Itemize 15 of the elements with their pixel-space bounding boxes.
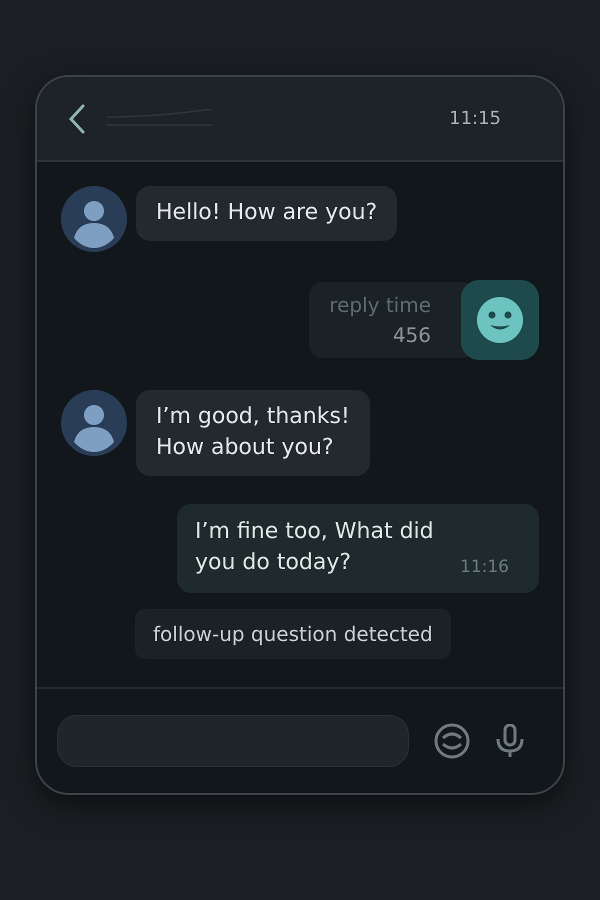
back-icon[interactable] [67, 104, 87, 134]
smiley-icon [461, 280, 539, 360]
sync-icon[interactable] [433, 722, 471, 760]
message-time: 11:16 [460, 556, 509, 580]
message-input[interactable] [57, 715, 409, 767]
metric-value: 456 [392, 322, 431, 349]
status-note: follow-up question detected [135, 608, 451, 659]
avatar-icon [61, 390, 127, 456]
message-bubble: Hello! How are you? [136, 186, 398, 241]
header-time: 11:15 [449, 107, 501, 131]
message-text: I’m fine too, What did you do today? [195, 518, 435, 578]
message-bubble: I’m good, thanks! How about you? [136, 390, 370, 476]
metric-label: reply time [329, 292, 431, 319]
avatar-icon [61, 186, 127, 252]
microphone-icon[interactable] [495, 724, 525, 758]
